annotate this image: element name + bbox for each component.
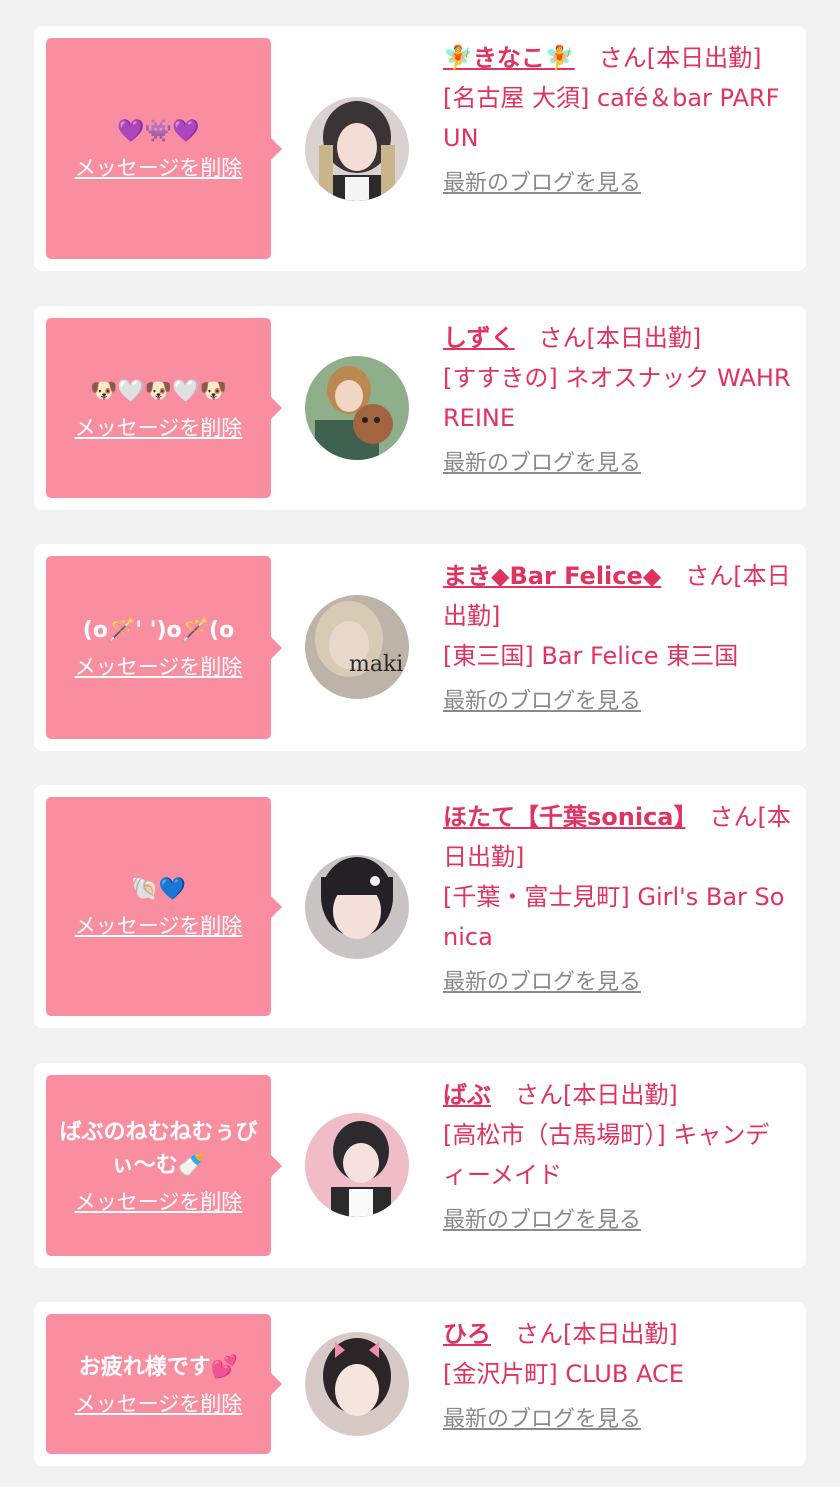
list-item: お疲れ様です💕 メッセージを削除 ひろ さん[本日出勤] [金沢片町] CLUB… [34,1302,806,1466]
shop-name: [名古屋 大須] café＆bar PARFUN [443,84,780,152]
message-bubble: 💜👾💜 メッセージを削除 [46,38,282,259]
cast-status: さん[本日出勤] [514,324,702,352]
avatar[interactable]: maki [305,595,409,699]
message-bubble: 🐚💙 メッセージを削除 [46,797,282,1016]
avatar[interactable] [305,1113,409,1217]
delete-message-link[interactable]: メッセージを削除 [75,1388,243,1418]
message-bubble: ばぶのねむねむぅびぃ〜む🍼 メッセージを削除 [46,1075,282,1256]
entry-info: ひろ さん[本日出勤] [金沢片町] CLUB ACE 最新のブログを見る [443,1314,791,1440]
latest-blog-link[interactable]: 最新のブログを見る [443,963,641,1003]
avatar[interactable] [305,855,409,959]
list-item: ばぶのねむねむぅびぃ〜む🍼 メッセージを削除 ばぶ さん[本日出勤] [高松市（… [34,1063,806,1268]
entry-info: 🧚きなこ🧚 さん[本日出勤] [名古屋 大須] café＆bar PARFUN … [443,38,791,204]
delete-message-link[interactable]: メッセージを削除 [75,910,243,940]
cast-name-link[interactable]: ばぶ [443,1081,491,1109]
shop-name: [千葉・富士見町] Girl's Bar Sonica [443,883,785,951]
list-item: (o🪄' ')o🪄(o メッセージを削除 maki まき◆Bar Felice◆… [34,544,806,751]
cast-name-link[interactable]: 🧚きなこ🧚 [443,44,575,72]
message-text: 🐚💙 [131,877,186,902]
cast-status: さん[本日出勤] [574,44,762,72]
entry-info: ほたて【千葉sonica】 さん[本日出勤] [千葉・富士見町] Girl's … [443,797,791,1003]
message-text: 💜👾💜 [117,119,200,144]
entry-info: しずく さん[本日出勤] [すすきの] ネオスナック WAHR REINE 最新… [443,318,791,484]
avatar[interactable] [305,97,409,201]
message-text: ばぶのねむねむぅびぃ〜む🍼 [59,1119,258,1178]
message-text: 🐶🤍🐶🤍🐶 [90,378,227,404]
message-bubble: 🐶🤍🐶🤍🐶 メッセージを削除 [46,318,282,498]
list-item: 🐶🤍🐶🤍🐶 メッセージを削除 しずく さん[本日出勤] [すすきの] ネオスナッ… [34,306,806,510]
message-bubble: お疲れ様です💕 メッセージを削除 [46,1314,282,1454]
avatar[interactable] [305,356,409,460]
entry-info: ばぶ さん[本日出勤] [高松市（古馬場町）] キャンディーメイド 最新のブログ… [443,1075,791,1241]
latest-blog-link[interactable]: 最新のブログを見る [443,1400,641,1440]
shop-name: [すすきの] ネオスナック WAHR REINE [443,364,791,432]
cast-status: さん[本日出勤] [491,1081,678,1109]
latest-blog-link[interactable]: 最新のブログを見る [443,1201,641,1241]
shop-name: [高松市（古馬場町）] キャンディーメイド [443,1121,770,1189]
cast-status: さん[本日出勤] [491,1320,678,1348]
delete-message-link[interactable]: メッセージを削除 [75,412,243,442]
shop-name: [東三国] Bar Felice 東三国 [443,642,739,670]
cast-name-link[interactable]: まき◆Bar Felice◆ [443,562,661,590]
latest-blog-link[interactable]: 最新のブログを見る [443,164,641,204]
shop-name: [金沢片町] CLUB ACE [443,1360,684,1388]
cast-name-link[interactable]: しずく [443,324,515,352]
list-item: 🐚💙 メッセージを削除 ほたて【千葉sonica】 さん[本日出勤] [千葉・富… [34,785,806,1028]
message-bubble: (o🪄' ')o🪄(o メッセージを削除 [46,556,282,739]
delete-message-link[interactable]: メッセージを削除 [75,152,243,182]
latest-blog-link[interactable]: 最新のブログを見る [443,444,641,484]
list-item: 💜👾💜 メッセージを削除 🧚きなこ🧚 さん[本日出勤] [名古屋 大須] caf… [34,26,806,271]
delete-message-link[interactable]: メッセージを削除 [75,651,243,681]
latest-blog-link[interactable]: 最新のブログを見る [443,682,641,722]
delete-message-link[interactable]: メッセージを削除 [75,1186,243,1216]
avatar-watermark: maki [349,652,403,677]
message-text: お疲れ様です💕 [78,1354,239,1380]
message-list: 💜👾💜 メッセージを削除 🧚きなこ🧚 さん[本日出勤] [名古屋 大須] caf… [0,0,840,1487]
cast-name-link[interactable]: ほたて【千葉sonica】 [443,803,686,831]
cast-name-link[interactable]: ひろ [443,1320,491,1348]
avatar[interactable] [305,1332,409,1436]
entry-info: まき◆Bar Felice◆ さん[本日出勤] [東三国] Bar Felice… [443,556,791,722]
message-text: (o🪄' ')o🪄(o [82,618,235,643]
